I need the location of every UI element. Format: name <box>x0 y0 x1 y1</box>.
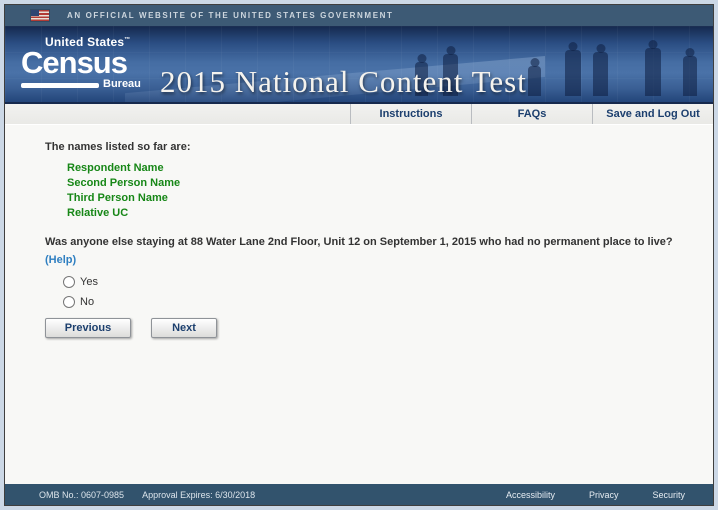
page-footer: OMB No.: 0607-0985 Approval Expires: 6/3… <box>5 484 713 505</box>
census-bureau-logo: United States™ Census Bureau <box>21 35 149 90</box>
security-link[interactable]: Security <box>652 490 685 500</box>
option-no[interactable]: No <box>63 296 693 308</box>
option-yes[interactable]: Yes <box>63 276 693 288</box>
nav-faqs-link[interactable]: FAQs <box>471 104 592 124</box>
list-item: Third Person Name <box>67 192 168 204</box>
nav-instructions-link[interactable]: Instructions <box>350 104 471 124</box>
survey-window: AN OFFICIAL WEBSITE OF THE UNITED STATES… <box>4 4 714 506</box>
names-list: Respondent Name Second Person Name Third… <box>67 161 693 221</box>
question-text: Was anyone else staying at 88 Water Lane… <box>45 236 673 248</box>
person-silhouette <box>593 52 608 96</box>
next-button[interactable]: Next <box>151 318 217 338</box>
us-flag-icon <box>31 10 49 21</box>
omb-number: OMB No.: 0607-0985 <box>39 489 125 500</box>
official-banner: AN OFFICIAL WEBSITE OF THE UNITED STATES… <box>5 5 713 26</box>
footer-omb-info: OMB No.: 0607-0985 Approval Expires: 6/3… <box>39 490 255 500</box>
trademark-symbol: ™ <box>124 37 131 43</box>
previous-button[interactable]: Previous <box>45 318 131 338</box>
list-item: Respondent Name <box>67 162 164 174</box>
nav-bar: Instructions FAQs Save and Log Out <box>5 104 713 125</box>
list-item: Second Person Name <box>67 177 181 189</box>
person-silhouette <box>565 50 581 96</box>
person-silhouette <box>645 48 661 96</box>
privacy-link[interactable]: Privacy <box>589 490 619 500</box>
person-silhouette <box>683 56 697 96</box>
logo-bureau: Bureau <box>103 78 141 90</box>
nav-save-logout-link[interactable]: Save and Log Out <box>592 104 713 124</box>
page-title: 2015 National Content Test <box>160 64 527 99</box>
help-link[interactable]: (Help) <box>45 254 76 266</box>
page-header: United States™ Census Bureau 2015 Nation… <box>5 26 713 104</box>
survey-content: The names listed so far are: Respondent … <box>5 125 713 484</box>
names-intro-text: The names listed so far are: <box>45 141 191 153</box>
footer-links: Accessibility Privacy Security <box>506 490 685 500</box>
yes-radio-label[interactable]: Yes <box>80 276 98 288</box>
approval-expires: Approval Expires: 6/30/2018 <box>142 489 256 500</box>
official-banner-text: AN OFFICIAL WEBSITE OF THE UNITED STATES… <box>67 11 394 20</box>
yes-radio[interactable] <box>63 276 75 288</box>
button-row: Previous Next <box>45 318 693 338</box>
no-radio[interactable] <box>63 296 75 308</box>
logo-underline <box>21 83 99 88</box>
accessibility-link[interactable]: Accessibility <box>506 490 555 500</box>
no-radio-label[interactable]: No <box>80 296 94 308</box>
person-silhouette <box>528 66 541 96</box>
logo-census: Census <box>21 45 128 80</box>
list-item: Relative UC <box>67 207 129 219</box>
